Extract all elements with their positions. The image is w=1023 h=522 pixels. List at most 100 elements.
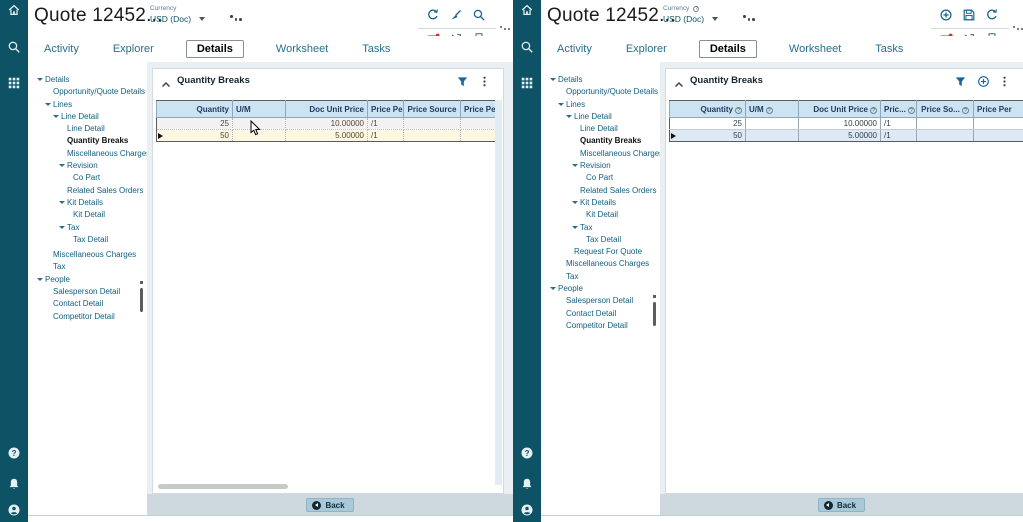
- tree-item[interactable]: Miscellaneous Charges: [541, 258, 660, 270]
- kebab-menu-icon[interactable]: [478, 75, 491, 88]
- cell-doc-unit-price[interactable]: 5.00000: [799, 130, 881, 142]
- tab-worksheet[interactable]: Worksheet: [274, 40, 330, 58]
- help-icon[interactable]: ?: [520, 446, 534, 460]
- tree-item[interactable]: Opportunity/Quote Details: [541, 86, 660, 98]
- column-header-price-source[interactable]: Price So...?: [917, 101, 974, 118]
- cell-price-per-2[interactable]: [974, 130, 1023, 142]
- tree-item[interactable]: Competitor Detail: [28, 311, 147, 323]
- tree-item[interactable]: Miscellaneous Charges: [541, 148, 660, 160]
- tree-item[interactable]: Kit Details: [541, 197, 660, 209]
- cell-price-source[interactable]: [404, 118, 461, 130]
- grid-row-selected[interactable]: 50 5.00000 /1: [670, 130, 1023, 142]
- cell-quantity[interactable]: 25: [157, 118, 233, 130]
- toolbar-overflow-icon[interactable]: [500, 24, 513, 30]
- more-options-icon[interactable]: [743, 12, 759, 20]
- toolbar-overflow-icon[interactable]: [1013, 24, 1023, 30]
- tab-explorer[interactable]: Explorer: [111, 40, 156, 58]
- apps-grid-icon[interactable]: [7, 76, 21, 90]
- more-options-icon[interactable]: [230, 12, 246, 20]
- sweep-clear-icon[interactable]: [449, 8, 463, 22]
- chevron-down-icon[interactable]: [566, 111, 574, 123]
- column-header-um[interactable]: U/M: [233, 101, 286, 118]
- apps-grid-icon[interactable]: [520, 76, 534, 90]
- save-icon[interactable]: [962, 8, 976, 22]
- cell-price-per[interactable]: /1: [368, 118, 404, 130]
- cell-um[interactable]: [746, 130, 799, 142]
- tree-item[interactable]: Contact Detail: [28, 298, 147, 310]
- tree-item[interactable]: Lines: [541, 99, 660, 111]
- cell-price-per[interactable]: /1: [368, 130, 404, 142]
- tree-item[interactable]: Revision: [541, 160, 660, 172]
- column-header-price-per[interactable]: Price Per: [368, 101, 404, 118]
- grid-row-selected[interactable]: 50 5.00000 /1: [157, 130, 502, 142]
- help-icon[interactable]: ?: [7, 446, 21, 460]
- tree-item[interactable]: Miscellaneous Charges: [28, 249, 147, 261]
- search-icon[interactable]: [7, 40, 21, 54]
- chevron-down-icon[interactable]: [550, 283, 558, 295]
- tree-item[interactable]: Tax: [541, 271, 660, 283]
- tree-item[interactable]: Miscellaneous Charges: [28, 148, 147, 160]
- back-button[interactable]: Back: [306, 498, 353, 512]
- refresh-icon[interactable]: [985, 8, 999, 22]
- kebab-menu-icon[interactable]: [998, 75, 1011, 88]
- column-header-price-per[interactable]: Pric...?: [881, 101, 917, 118]
- tree-item[interactable]: Salesperson Detail: [541, 295, 660, 307]
- search-icon[interactable]: [472, 8, 486, 22]
- tree-scrollbar[interactable]: [653, 302, 656, 326]
- tree-item[interactable]: Tax: [28, 222, 147, 234]
- column-header-doc-unit-price[interactable]: Doc Unit Price?: [799, 101, 881, 118]
- tree-item[interactable]: Tax: [541, 222, 660, 234]
- cell-price-source[interactable]: [917, 118, 974, 130]
- filter-icon[interactable]: [456, 75, 469, 88]
- tab-details[interactable]: Details: [186, 40, 244, 58]
- cell-price-per-2[interactable]: [974, 118, 1023, 130]
- chevron-down-icon[interactable]: [572, 222, 580, 234]
- tree-item[interactable]: Related Sales Orders: [28, 185, 147, 197]
- tree-item[interactable]: Co Part: [541, 172, 660, 184]
- chevron-down-icon[interactable]: [37, 74, 45, 86]
- column-header-quantity[interactable]: Quantity?: [670, 101, 746, 118]
- tree-item[interactable]: Contact Detail: [541, 308, 660, 320]
- chevron-down-icon[interactable]: [53, 111, 61, 123]
- grid-horizontal-scrollbar[interactable]: [158, 484, 288, 489]
- grid-row[interactable]: 25 10.00000 /1: [157, 118, 502, 130]
- tree-item[interactable]: Kit Details: [28, 197, 147, 209]
- cell-quantity[interactable]: 50: [670, 130, 746, 142]
- grid-row[interactable]: 25 10.00000 /1: [670, 118, 1023, 130]
- tree-item[interactable]: Line Detail: [28, 123, 147, 135]
- column-header-price-per-2[interactable]: Price Per: [974, 101, 1023, 118]
- cell-quantity[interactable]: 50: [157, 130, 233, 142]
- tab-explorer[interactable]: Explorer: [624, 40, 669, 58]
- search-icon[interactable]: [520, 40, 534, 54]
- tree-item-selected[interactable]: Quantity Breaks: [28, 135, 147, 147]
- tree-item[interactable]: Details: [541, 74, 660, 86]
- tree-item[interactable]: Salesperson Detail: [28, 286, 147, 298]
- notifications-bell-icon[interactable]: [520, 477, 534, 491]
- tree-item[interactable]: Revision: [28, 160, 147, 172]
- tree-item[interactable]: People: [28, 274, 147, 286]
- tree-item[interactable]: Related Sales Orders: [541, 185, 660, 197]
- collapse-chevron-icon[interactable]: [674, 77, 684, 87]
- chevron-down-icon[interactable]: [59, 197, 67, 209]
- chevron-down-icon[interactable]: [572, 160, 580, 172]
- tree-item[interactable]: Co Part: [28, 172, 147, 184]
- chevron-down-icon[interactable]: [59, 222, 67, 234]
- tree-item-selected[interactable]: Quantity Breaks: [541, 135, 660, 147]
- tree-item[interactable]: Kit Detail: [541, 209, 660, 221]
- user-account-icon[interactable]: [7, 503, 21, 517]
- filter-icon[interactable]: [954, 75, 967, 88]
- tree-item[interactable]: Kit Detail: [28, 209, 147, 221]
- tree-item[interactable]: Details: [28, 74, 147, 86]
- tree-item[interactable]: Line Detail: [541, 111, 660, 123]
- tab-activity[interactable]: Activity: [42, 40, 81, 58]
- currency-selector[interactable]: Currency USD (Doc): [150, 5, 205, 24]
- chevron-down-icon[interactable]: [572, 197, 580, 209]
- tree-item[interactable]: Tax: [28, 261, 147, 273]
- chevron-down-icon[interactable]: [558, 99, 566, 111]
- cell-price-source[interactable]: [917, 130, 974, 142]
- cell-doc-unit-price[interactable]: 10.00000: [286, 118, 368, 130]
- column-header-quantity[interactable]: Quantity: [157, 101, 233, 118]
- add-row-icon[interactable]: [977, 75, 990, 88]
- cell-um[interactable]: [746, 118, 799, 130]
- refresh-icon[interactable]: [426, 8, 440, 22]
